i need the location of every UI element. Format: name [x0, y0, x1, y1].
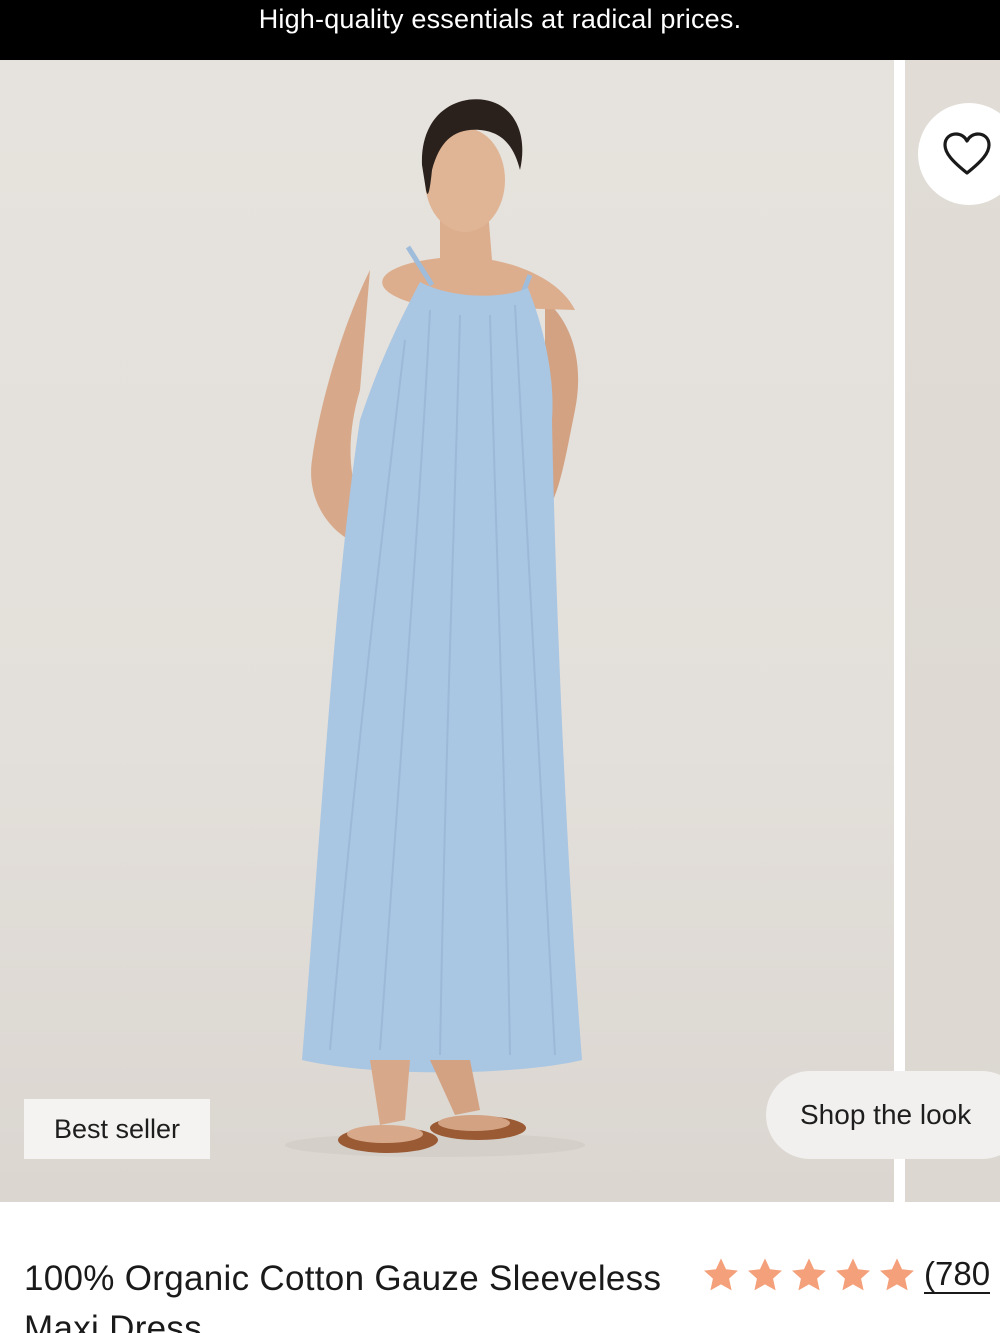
product-rating[interactable]: (780: [702, 1256, 991, 1294]
product-image[interactable]: Best seller: [0, 60, 894, 1202]
heart-outline-icon: [943, 132, 991, 175]
promo-banner-text: High-quality essentials at radical price…: [258, 4, 742, 34]
best-seller-badge: Best seller: [24, 1099, 210, 1159]
star-icon: [880, 1258, 914, 1291]
next-product-image[interactable]: [905, 60, 1000, 1202]
slide-divider: [894, 60, 905, 1202]
model-illustration: [285, 99, 585, 1157]
shop-the-look-button[interactable]: Shop the look: [766, 1071, 1000, 1159]
star-icon: [792, 1258, 826, 1291]
product-image-gallery[interactable]: Best seller Shop the look: [0, 60, 1000, 1202]
review-count-link[interactable]: (780: [924, 1256, 991, 1294]
star-icon: [748, 1258, 782, 1291]
star-icon: [704, 1258, 738, 1291]
product-title[interactable]: 100% Organic Cotton Gauze Sleeveless Max…: [24, 1254, 664, 1333]
product-info: 100% Organic Cotton Gauze Sleeveless Max…: [0, 1202, 1000, 1333]
promo-banner: High-quality essentials at radical price…: [0, 0, 1000, 60]
star-icon: [836, 1258, 870, 1291]
